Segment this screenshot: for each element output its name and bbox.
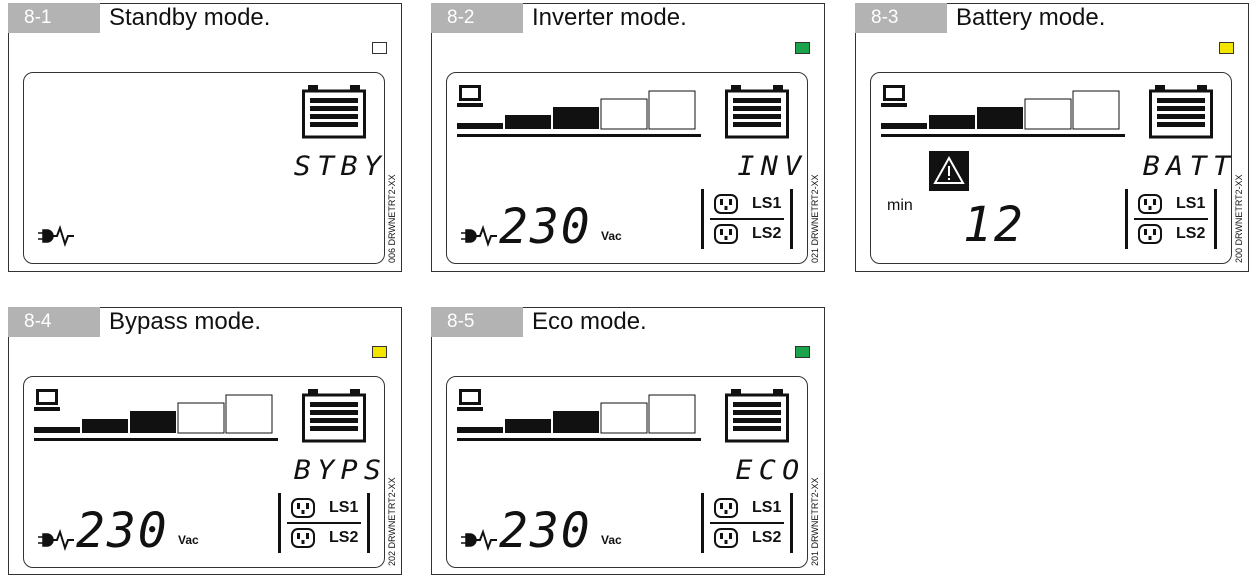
outlet-icon bbox=[714, 224, 738, 244]
outlet-group: LS1 LS2 bbox=[1125, 189, 1217, 249]
computer-icon bbox=[457, 389, 483, 411]
figure-number: 8-4 bbox=[8, 307, 100, 337]
state-text: ECO bbox=[735, 455, 806, 486]
outlet-label: LS1 bbox=[752, 499, 782, 516]
outlet-group: LS1 LS2 bbox=[701, 493, 793, 553]
voltage-unit: Vac bbox=[178, 533, 199, 547]
lcd-display: BYPS 230 Vac LS1 LS2 bbox=[23, 376, 385, 568]
voltage-readout: 230 bbox=[499, 199, 592, 255]
figure-number: 8-1 bbox=[8, 3, 100, 33]
runtime-readout: 12 bbox=[963, 197, 1025, 253]
panel-title: Eco mode. bbox=[532, 308, 647, 335]
lcd-display: INV 230 Vac LS1 LS2 bbox=[446, 72, 808, 264]
voltage-unit: Vac bbox=[601, 229, 622, 243]
computer-icon bbox=[457, 85, 483, 107]
voltage-unit: Vac bbox=[601, 533, 622, 547]
lcd-display: ECO 230 Vac LS1 LS2 bbox=[446, 376, 808, 568]
outlet-icon bbox=[714, 194, 738, 214]
plug-wave-icon bbox=[461, 529, 497, 551]
outlet-label: LS2 bbox=[329, 529, 359, 546]
outlet-group: LS1 LS2 bbox=[278, 493, 370, 553]
drawing-code: 202 DRWNETRT2-XX bbox=[387, 477, 397, 566]
computer-icon bbox=[881, 85, 907, 107]
outlet-icon bbox=[291, 528, 315, 548]
outlet-label: LS2 bbox=[752, 225, 782, 242]
state-text: STBY bbox=[293, 151, 388, 182]
battery-icon bbox=[725, 389, 789, 443]
drawing-code: 021 DRWNETRT2-XX bbox=[810, 174, 820, 263]
panel-eco: 8-5 Eco mode. ECO 230 Vac LS1 LS2 201 DR… bbox=[431, 307, 825, 575]
figure-number: 8-2 bbox=[431, 3, 523, 33]
drawing-code: 201 DRWNETRT2-XX bbox=[810, 477, 820, 566]
panel-title: Inverter mode. bbox=[532, 4, 687, 31]
outlet-icon bbox=[291, 498, 315, 518]
outlet-label: LS1 bbox=[1176, 195, 1206, 212]
load-bargraph bbox=[457, 389, 701, 441]
outlet-icon bbox=[1138, 224, 1162, 244]
load-bargraph bbox=[34, 389, 278, 441]
outlet-icon bbox=[1138, 194, 1162, 214]
outlet-icon bbox=[714, 498, 738, 518]
panel-title: Battery mode. bbox=[956, 4, 1106, 31]
outlet-label: LS1 bbox=[752, 195, 782, 212]
battery-icon bbox=[302, 389, 366, 443]
drawing-code: 006 DRWNETRT2-XX bbox=[387, 174, 397, 263]
panel-inverter: 8-2 Inverter mode. INV 230 Vac LS1 LS2 0… bbox=[431, 3, 825, 272]
outlet-group: LS1 LS2 bbox=[701, 189, 793, 249]
state-text: BATT bbox=[1142, 151, 1237, 182]
panel-bypass: 8-4 Bypass mode. BYPS 230 Vac LS1 LS2 20… bbox=[8, 307, 402, 575]
state-text: INV bbox=[737, 151, 808, 182]
panel-battery: 8-3 Battery mode. BATT min 12 LS1 LS2 20… bbox=[855, 3, 1249, 272]
plug-wave-icon bbox=[38, 225, 74, 247]
warning-icon bbox=[929, 151, 969, 191]
voltage-readout: 230 bbox=[499, 503, 592, 559]
outlet-label: LS1 bbox=[329, 499, 359, 516]
battery-icon bbox=[1149, 85, 1213, 139]
minutes-label: min bbox=[887, 197, 913, 214]
plug-wave-icon bbox=[38, 529, 74, 551]
lcd-display: BATT min 12 LS1 LS2 bbox=[870, 72, 1232, 264]
drawing-code: 200 DRWNETRT2-XX bbox=[1234, 174, 1244, 263]
outlet-icon bbox=[714, 528, 738, 548]
panel-standby: 8-1 Standby mode. STBY 006 DRWNETRT2-XX bbox=[8, 3, 402, 272]
battery-icon bbox=[725, 85, 789, 139]
panel-title: Bypass mode. bbox=[109, 308, 262, 335]
computer-icon bbox=[34, 389, 60, 411]
outlet-label: LS2 bbox=[752, 529, 782, 546]
voltage-readout: 230 bbox=[76, 503, 169, 559]
lcd-display: STBY bbox=[23, 72, 385, 264]
load-bargraph bbox=[457, 85, 701, 137]
figure-number: 8-3 bbox=[855, 3, 947, 33]
state-text: BYPS bbox=[293, 455, 388, 486]
panel-title: Standby mode. bbox=[109, 4, 271, 31]
figure-number: 8-5 bbox=[431, 307, 523, 337]
outlet-label: LS2 bbox=[1176, 225, 1206, 242]
load-bargraph bbox=[881, 85, 1125, 137]
battery-icon bbox=[302, 85, 366, 139]
plug-wave-icon bbox=[461, 225, 497, 247]
